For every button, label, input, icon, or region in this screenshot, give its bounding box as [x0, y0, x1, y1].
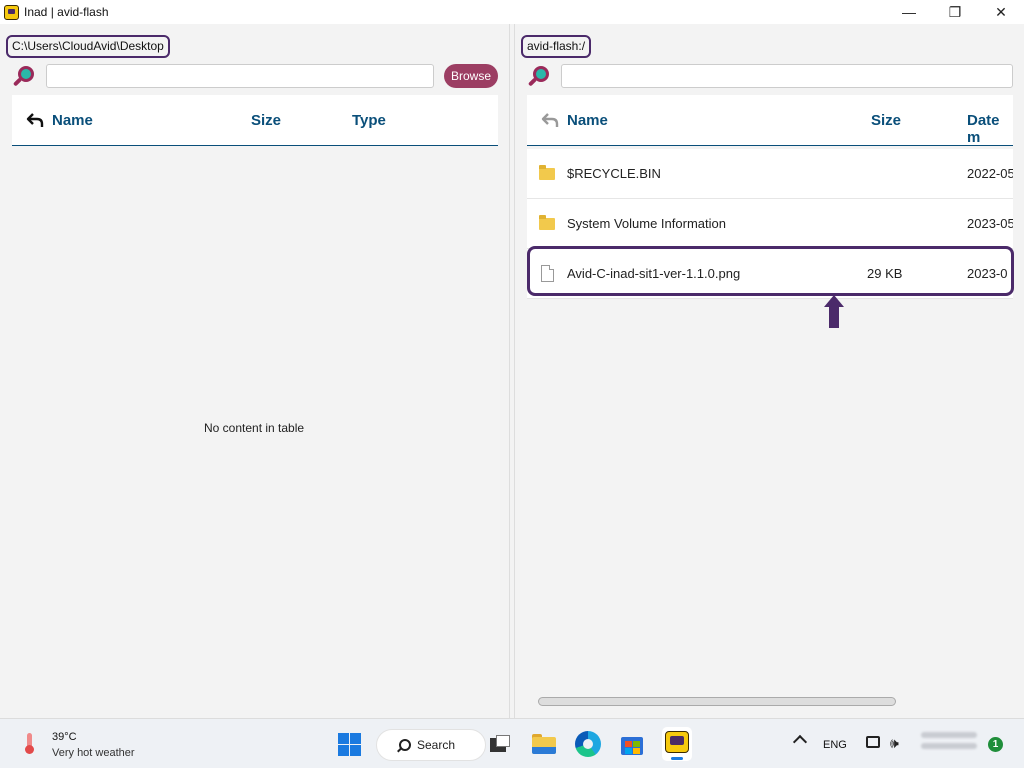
local-file-panel: C:\Users\CloudAvid\Desktop Browse Name S…: [0, 24, 510, 718]
back-arrow-icon[interactable]: [541, 112, 559, 128]
thermometer-icon[interactable]: [22, 733, 36, 755]
local-search-input[interactable]: [46, 64, 434, 88]
browse-button[interactable]: Browse: [444, 64, 498, 88]
local-file-table: Name Size Type: [12, 95, 498, 695]
chevron-up-icon[interactable]: [792, 734, 808, 750]
taskbar: 39°C Very hot weather Search ENG 🕪 1: [0, 718, 1024, 768]
file-name: System Volume Information: [567, 216, 726, 231]
table-row[interactable]: $RECYCLE.BIN 2022-05: [527, 149, 1013, 199]
selection-highlight: [527, 246, 1014, 296]
network-icon[interactable]: [866, 736, 880, 748]
file-name: $RECYCLE.BIN: [567, 166, 661, 181]
close-button[interactable]: ✕: [978, 0, 1024, 24]
taskbar-search-button[interactable]: Search: [376, 729, 486, 761]
table-header: Name Size Type: [12, 95, 498, 146]
magnifier-icon: [12, 65, 36, 89]
folder-icon: [539, 165, 555, 180]
language-indicator[interactable]: ENG: [823, 739, 847, 751]
windows-start-icon[interactable]: [338, 733, 361, 756]
task-view-icon[interactable]: [488, 731, 514, 757]
search-icon: [399, 739, 411, 751]
column-header-size[interactable]: Size: [871, 112, 901, 129]
flash-path-label: avid-flash:/: [521, 35, 592, 58]
table-row[interactable]: System Volume Information 2023-05: [527, 199, 1013, 249]
window-title: Inad | avid-flash: [24, 5, 109, 19]
local-path-label: C:\Users\CloudAvid\Desktop: [6, 35, 170, 58]
up-arrow-annotation: [824, 295, 844, 329]
folder-icon: [539, 215, 555, 230]
file-date: 2023-05: [967, 216, 1013, 231]
inad-app-taskbar-icon[interactable]: [662, 727, 692, 761]
column-header-name[interactable]: Name: [52, 112, 93, 129]
column-header-size[interactable]: Size: [251, 112, 281, 129]
store-icon[interactable]: [619, 731, 645, 757]
column-header-type[interactable]: Type: [352, 112, 386, 129]
back-arrow-icon[interactable]: [26, 112, 44, 128]
notification-badge[interactable]: 1: [988, 737, 1003, 752]
flash-search-row: [515, 64, 1024, 90]
local-search-row: Browse: [0, 64, 510, 90]
title-bar: Inad | avid-flash — ❐ ✕: [0, 0, 1024, 24]
minimize-button[interactable]: —: [886, 0, 932, 24]
empty-table-message: No content in table: [204, 421, 305, 435]
taskbar-search-label: Search: [417, 738, 456, 752]
edge-browser-icon[interactable]: [575, 731, 601, 757]
volume-icon[interactable]: 🕪: [890, 735, 899, 752]
file-date: 2022-05: [967, 166, 1013, 181]
magnifier-icon: [527, 65, 551, 89]
weather-temperature[interactable]: 39°C: [52, 731, 77, 743]
clock-blurred[interactable]: [921, 727, 977, 761]
flash-file-table: Name Size Date m $RECYCLE.BIN 2022-05 Sy…: [527, 95, 1013, 695]
maximize-button[interactable]: ❐: [932, 0, 978, 24]
app-icon: [4, 4, 19, 20]
flash-file-panel: avid-flash:/ Name Size Date m $RECYCLE.B…: [514, 24, 1024, 718]
flash-search-input[interactable]: [561, 64, 1013, 88]
horizontal-scrollbar[interactable]: [538, 697, 896, 706]
table-header: Name Size Date m: [527, 95, 1013, 146]
column-header-date[interactable]: Date m: [967, 112, 1013, 146]
weather-description[interactable]: Very hot weather: [52, 747, 135, 759]
file-explorer-icon[interactable]: [531, 731, 557, 757]
window-controls: — ❐ ✕: [886, 0, 1024, 24]
column-header-name[interactable]: Name: [567, 112, 608, 129]
